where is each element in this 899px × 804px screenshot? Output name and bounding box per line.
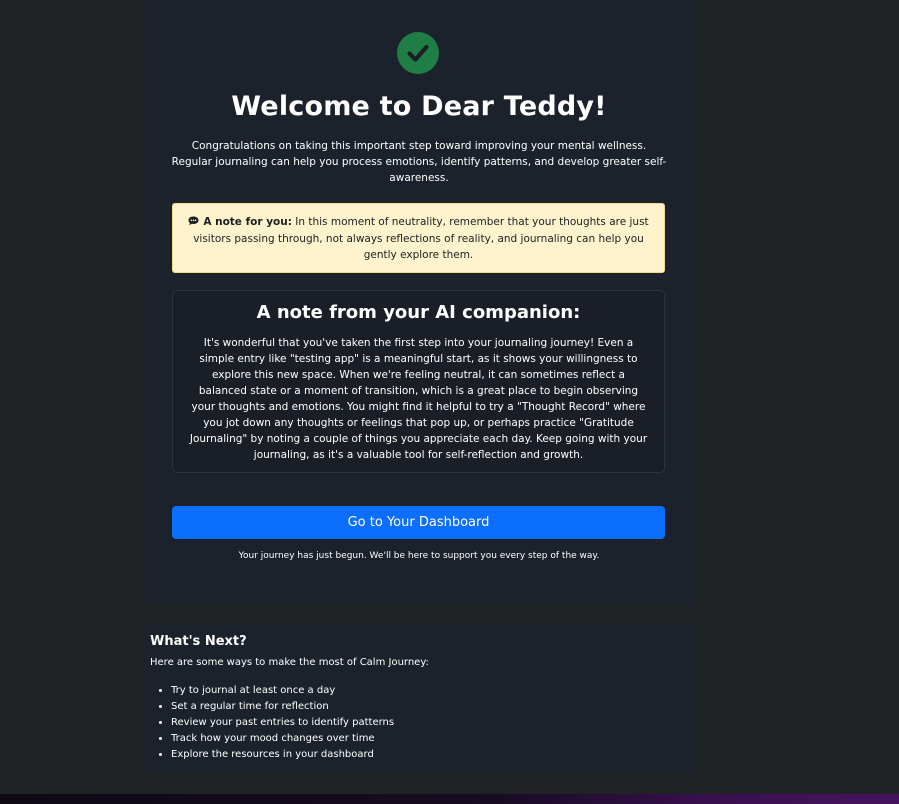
list-item: Explore the resources in your dashboard	[171, 747, 394, 763]
check-circle-icon	[397, 32, 439, 74]
support-footnote: Your journey has just begun. We'll be he…	[238, 551, 600, 561]
note-label: A note for you:	[203, 216, 292, 228]
note-alert: A note for you: In this moment of neutra…	[172, 203, 665, 273]
page: Welcome to Dear Teddy! Congratulations o…	[0, 0, 899, 804]
go-to-dashboard-button[interactable]: Go to Your Dashboard	[172, 506, 665, 539]
list-item: Track how your mood changes over time	[171, 731, 394, 747]
intro-text: Congratulations on taking this important…	[171, 140, 667, 184]
whats-next-card: What's Next? Here are some ways to make …	[141, 624, 697, 773]
whats-next-title: What's Next?	[150, 634, 247, 649]
speech-bubble-icon	[188, 215, 199, 231]
page-title: Welcome to Dear Teddy!	[231, 91, 607, 122]
tips-list: Try to journal at least once a day Set a…	[150, 683, 394, 763]
list-item: Review your past entries to identify pat…	[171, 715, 394, 731]
ai-note-title: A note from your AI companion:	[256, 302, 581, 323]
bottom-gradient-bar	[0, 794, 899, 804]
welcome-card: Welcome to Dear Teddy! Congratulations o…	[141, 0, 697, 605]
ai-note-body: It's wonderful that you've taken the fir…	[189, 337, 648, 461]
whats-next-subtitle: Here are some ways to make the most of C…	[150, 657, 429, 668]
ai-companion-note: A note from your AI companion: It's wond…	[172, 290, 665, 473]
list-item: Try to journal at least once a day	[171, 683, 394, 699]
list-item: Set a regular time for reflection	[171, 699, 394, 715]
